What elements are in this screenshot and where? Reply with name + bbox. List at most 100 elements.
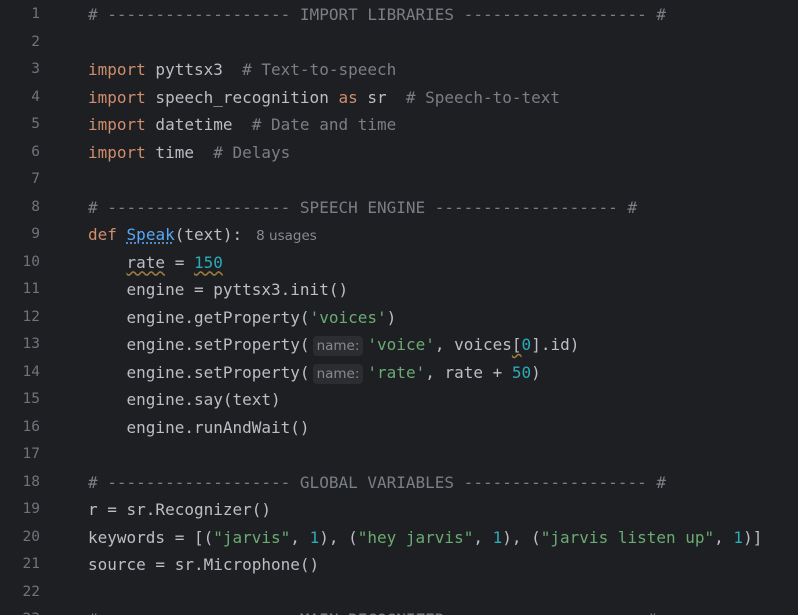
- code-text: engine.say(text): [88, 386, 281, 414]
- number-token: 1: [492, 527, 503, 547]
- code-line[interactable]: 5 import datetime # Date and time: [0, 111, 798, 139]
- code-line[interactable]: 8 # ------------------- SPEECH ENGINE ---…: [0, 194, 798, 222]
- line-number: 1: [31, 6, 40, 22]
- code-text: # ------------------- IMPORT LIBRARIES -…: [88, 1, 666, 29]
- code-token: ), (: [319, 527, 358, 547]
- code-token: speech_recognition: [145, 87, 339, 107]
- keyword-token: as: [338, 87, 358, 107]
- code-text: # ------------------- MAIN RECOGNIZER --…: [88, 606, 656, 615]
- code-line[interactable]: 11 engine = pyttsx3.init(): [0, 276, 798, 304]
- code-token: engine.setProperty(: [88, 335, 310, 354]
- line-number: 8: [31, 198, 40, 215]
- code-line[interactable]: 17: [0, 441, 798, 469]
- line-number: 9: [31, 226, 40, 242]
- usages-inlay-hint[interactable]: 8 usages: [256, 228, 317, 244]
- code-token: =: [165, 252, 194, 272]
- code-line[interactable]: 1 # ------------------- IMPORT LIBRARIES …: [0, 1, 798, 29]
- code-text: engine = pyttsx3.init(): [88, 276, 349, 304]
- code-line[interactable]: 7: [0, 166, 798, 194]
- code-editor[interactable]: 1 # ------------------- IMPORT LIBRARIES …: [0, 0, 798, 615]
- line-number: 15: [22, 391, 40, 407]
- code-text: engine.getProperty('voices'): [88, 304, 397, 332]
- code-line[interactable]: 16 engine.runAndWait(): [0, 414, 798, 442]
- code-line[interactable]: 18 # ------------------- GLOBAL VARIABLES…: [0, 469, 798, 497]
- code-token: ,: [473, 527, 493, 547]
- code-text: import pyttsx3 # Text-to-speech: [88, 56, 396, 84]
- number-token: 50: [511, 362, 532, 382]
- code-token: ): [531, 362, 541, 382]
- parameter-name-hint: name:: [312, 336, 364, 356]
- line-number: 6: [31, 143, 40, 160]
- line-number: 11: [22, 281, 40, 297]
- code-text: engine.setProperty(name:'rate', rate + 5…: [88, 359, 541, 387]
- code-text: import datetime # Date and time: [88, 111, 396, 139]
- comment-token: # Speech-to-text: [405, 87, 561, 107]
- line-number: 5: [31, 116, 40, 132]
- comment-token: # ------------------- IMPORT LIBRARIES -…: [88, 5, 666, 24]
- comment-token: # Date and time: [251, 115, 397, 134]
- code-token: pyttsx3: [145, 60, 243, 79]
- code-token: engine.getProperty(: [88, 307, 310, 327]
- code-line[interactable]: 13 engine.setProperty(name:'voice', voic…: [0, 331, 798, 359]
- parameter-name-hint: name:: [312, 363, 364, 384]
- code-line[interactable]: 2: [0, 29, 798, 57]
- keyword-token: import: [88, 60, 146, 79]
- string-token: "jarvis": [213, 527, 291, 547]
- code-text: def Speak(text): 8 usages: [88, 221, 317, 251]
- number-token: 150: [193, 252, 223, 272]
- code-token: time: [145, 142, 214, 162]
- number-token: 1: [733, 527, 744, 547]
- line-number: 2: [31, 33, 40, 50]
- code-text: import speech_recognition as sr # Speech…: [88, 84, 560, 112]
- line-number: 22: [22, 583, 40, 600]
- code-text: keywords = [("jarvis", 1), ("hey jarvis"…: [88, 524, 762, 552]
- code-line[interactable]: 19 r = sr.Recognizer(): [0, 496, 798, 524]
- line-number: 4: [31, 88, 40, 105]
- code-token: , rate +: [425, 362, 512, 382]
- line-number: 18: [22, 473, 40, 490]
- code-line[interactable]: 9 def Speak(text): 8 usages: [0, 221, 798, 249]
- code-text: rate = 150: [88, 249, 223, 277]
- line-number: 14: [22, 363, 40, 380]
- code-token: engine.setProperty(: [88, 362, 310, 382]
- code-token: engine.runAndWait(): [88, 417, 310, 437]
- line-number: 21: [22, 556, 40, 572]
- number-token: 0: [521, 335, 532, 354]
- keyword-token: import: [88, 142, 146, 162]
- line-number: 10: [22, 253, 40, 270]
- code-text: import time # Delays: [88, 139, 290, 167]
- code-token: rate: [126, 252, 166, 272]
- code-token: [: [511, 335, 522, 354]
- number-token: 1: [309, 527, 320, 547]
- line-number: 19: [22, 501, 40, 517]
- line-number: 7: [31, 171, 40, 187]
- code-line[interactable]: 4 import speech_recognition as sr # Speec…: [0, 84, 798, 112]
- code-token: ,: [714, 527, 734, 547]
- code-line[interactable]: 3 import pyttsx3 # Text-to-speech: [0, 56, 798, 84]
- function-name-token: Speak: [126, 225, 175, 244]
- code-line[interactable]: 21 source = sr.Microphone(): [0, 551, 798, 579]
- line-number: 17: [22, 446, 40, 462]
- code-line[interactable]: 10 rate = 150: [0, 249, 798, 277]
- code-token: ): [386, 307, 397, 327]
- code-text: engine.runAndWait(): [88, 414, 310, 442]
- code-line[interactable]: 22: [0, 579, 798, 607]
- code-line[interactable]: 15 engine.say(text): [0, 386, 798, 414]
- code-token: (text):: [174, 225, 243, 244]
- line-number: 12: [22, 308, 40, 325]
- comment-token: # ------------------- SPEECH ENGINE ----…: [88, 197, 638, 217]
- code-line[interactable]: 23 # ------------------- MAIN RECOGNIZER …: [0, 606, 798, 615]
- code-line[interactable]: 6 import time # Delays: [0, 139, 798, 167]
- line-number: 20: [22, 528, 40, 545]
- code-line[interactable]: 14 engine.setProperty(name:'rate', rate …: [0, 359, 798, 387]
- keyword-token: import: [88, 115, 146, 134]
- code-line[interactable]: 12 engine.getProperty('voices'): [0, 304, 798, 332]
- code-token: datetime: [145, 115, 252, 134]
- string-token: 'voices': [309, 307, 387, 327]
- code-line[interactable]: 20 keywords = [("jarvis", 1), ("hey jarvi…: [0, 524, 798, 552]
- code-text: source = sr.Microphone(): [88, 551, 319, 579]
- code-token: , voices: [434, 335, 512, 354]
- code-token: sr: [357, 87, 406, 107]
